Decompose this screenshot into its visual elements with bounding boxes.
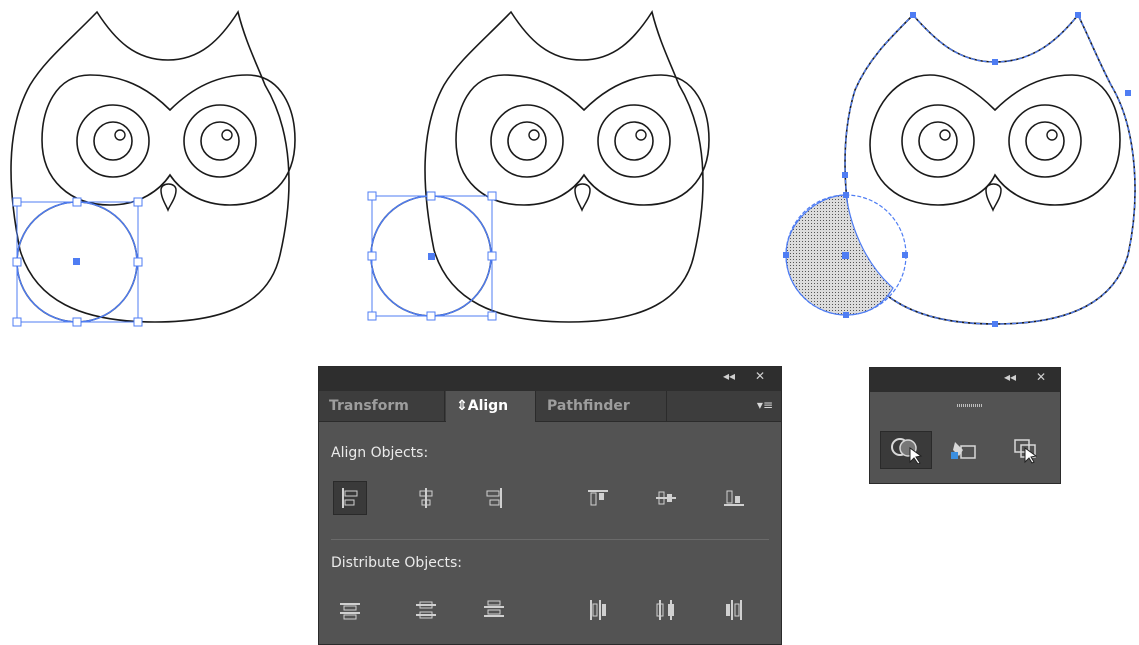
- vertical-align-center-button[interactable]: [649, 481, 683, 515]
- owl-1: [10, 10, 296, 327]
- horizontal-align-center-button[interactable]: [409, 481, 443, 515]
- horizontal-distribute-center-button[interactable]: [649, 593, 683, 627]
- vertical-align-bottom-icon: [724, 490, 744, 506]
- owl-left-eye-inner: [93, 121, 133, 161]
- owl-left-eye-outer: [76, 104, 150, 178]
- horizontal-align-center-icon: [419, 488, 433, 508]
- panel-titlebar: ◂◂ ✕: [319, 367, 781, 391]
- drag-grip[interactable]: [957, 404, 983, 407]
- section-divider: [331, 539, 769, 540]
- horizontal-distribute-left-button[interactable]: [581, 593, 615, 627]
- owl-face: [455, 74, 710, 206]
- shape-builder-tool-button[interactable]: [880, 431, 932, 469]
- panel-menu-icon[interactable]: ▾≡: [757, 398, 773, 412]
- owl-face: [41, 74, 296, 206]
- vertical-distribute-top-icon: [340, 603, 360, 620]
- live-paint-bucket-icon: [951, 442, 976, 459]
- owl-beak: [160, 183, 177, 213]
- panel-titlebar: ◂◂ ✕: [870, 368, 1060, 392]
- owl-beak: [574, 183, 591, 213]
- horizontal-distribute-right-icon: [726, 600, 742, 620]
- tab-transform[interactable]: Transform: [319, 391, 445, 421]
- selected-circle-2[interactable]: [367, 191, 497, 321]
- horizontal-distribute-right-button[interactable]: [717, 593, 751, 627]
- owl-right-pupil: [221, 129, 233, 141]
- owl-body: [10, 10, 290, 323]
- vertical-distribute-bottom-icon: [484, 600, 504, 617]
- close-icon[interactable]: ✕: [755, 369, 765, 383]
- vertical-align-top-icon: [588, 490, 608, 506]
- horizontal-align-left-button[interactable]: [333, 481, 367, 515]
- horizontal-align-right-button[interactable]: [477, 481, 511, 515]
- align-panel: ◂◂ ✕ Transform ⇕Align Pathfinder ▾≡ Alig…: [318, 366, 782, 645]
- vertical-distribute-center-icon: [416, 601, 436, 619]
- live-paint-bucket-tool-button[interactable]: [942, 431, 986, 469]
- tab-strip: Transform ⇕Align Pathfinder ▾≡: [319, 391, 781, 422]
- vertical-distribute-top-button[interactable]: [333, 593, 367, 627]
- vertical-distribute-center-button[interactable]: [409, 593, 443, 627]
- owl-right-eye-outer: [183, 104, 257, 178]
- vertical-align-bottom-button[interactable]: [717, 481, 751, 515]
- owl-3: [842, 12, 1136, 327]
- tab-align[interactable]: ⇕Align: [446, 391, 536, 422]
- owl-body: [424, 10, 704, 323]
- tab-pathfinder[interactable]: Pathfinder: [537, 391, 667, 421]
- shape-builder-icon: [891, 438, 923, 464]
- horizontal-distribute-center-icon: [656, 600, 674, 620]
- owl-right-eye-inner: [200, 121, 240, 161]
- collapse-icon[interactable]: ◂◂: [723, 369, 735, 383]
- horizontal-align-right-icon: [486, 488, 502, 508]
- live-paint-selection-tool-button[interactable]: [1004, 431, 1048, 469]
- close-icon[interactable]: ✕: [1036, 370, 1046, 384]
- live-paint-selection-icon: [1014, 439, 1038, 464]
- shape-builder-region[interactable]: [783, 192, 908, 318]
- distribute-objects-label: Distribute Objects:: [331, 555, 463, 571]
- align-objects-label: Align Objects:: [331, 445, 429, 461]
- horizontal-distribute-left-icon: [590, 600, 606, 620]
- owl-2: [424, 10, 710, 323]
- vertical-align-top-button[interactable]: [581, 481, 615, 515]
- collapse-icon[interactable]: ◂◂: [1004, 370, 1016, 384]
- tools-panel: ◂◂ ✕: [869, 367, 1061, 484]
- vertical-align-center-icon: [656, 491, 676, 505]
- selected-circle[interactable]: [12, 197, 143, 327]
- horizontal-align-left-icon: [342, 488, 358, 508]
- owl-left-pupil: [114, 129, 126, 141]
- vertical-distribute-bottom-button[interactable]: [477, 593, 511, 627]
